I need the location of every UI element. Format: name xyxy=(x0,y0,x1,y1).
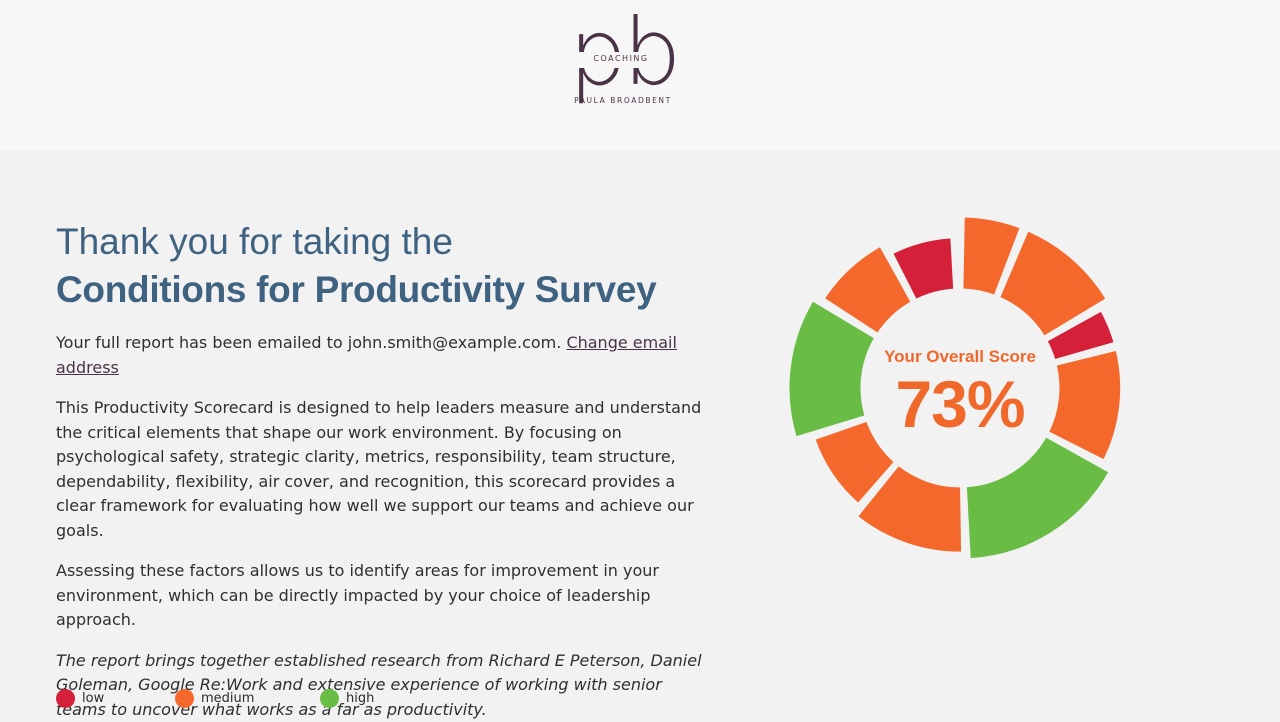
report-paragraph: The report brings together established r… xyxy=(56,649,706,722)
email-confirmation-text: Your full report has been emailed to joh… xyxy=(56,333,561,352)
intro-paragraph: This Productivity Scorecard is designed … xyxy=(56,396,706,543)
page-title-line2: Conditions for Productivity Survey xyxy=(56,266,706,314)
score-value: 73% xyxy=(780,366,1140,442)
legend-label-medium: medium xyxy=(201,691,254,706)
brand-logo[interactable]: pb COACHING PAULA BROADBENT xyxy=(556,12,690,108)
legend-label-low: low xyxy=(82,691,104,706)
score-chart: Your Overall Score 73% xyxy=(780,208,1140,568)
legend-label-high: high xyxy=(346,691,374,706)
legend-dot-low xyxy=(56,689,75,708)
main-content: Thank you for taking the Conditions for … xyxy=(56,218,706,722)
logo-name: PAULA BROADBENT xyxy=(556,96,690,105)
logo-subtitle: COACHING xyxy=(576,54,666,63)
header: pb COACHING PAULA BROADBENT xyxy=(0,0,1280,150)
legend-dot-high xyxy=(320,689,339,708)
assessment-paragraph: Assessing these factors allows us to ide… xyxy=(56,559,706,633)
page-title-line1: Thank you for taking the xyxy=(56,218,706,266)
legend-dot-medium xyxy=(175,689,194,708)
email-confirmation: Your full report has been emailed to joh… xyxy=(56,331,706,380)
score-label: Your Overall Score xyxy=(780,347,1140,367)
